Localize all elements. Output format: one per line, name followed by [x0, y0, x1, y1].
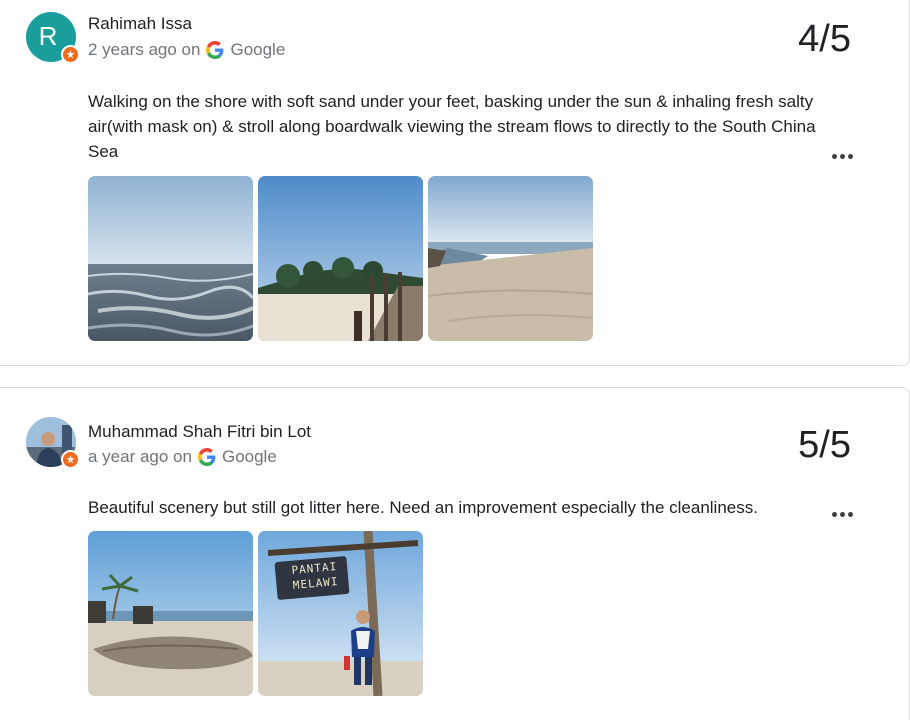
review-time: a year ago on: [88, 447, 192, 466]
avatar[interactable]: R: [26, 12, 80, 64]
avatar-letter: R: [38, 20, 58, 51]
review-text: Beautiful scenery but still got litter h…: [88, 498, 758, 517]
review-text: Walking on the shore with soft sand unde…: [88, 92, 816, 161]
driftwood-beach-photo[interactable]: [88, 531, 253, 696]
avatar[interactable]: [26, 417, 80, 469]
review-card: Muhammad Shah Fitri bin Lot a year ago o…: [0, 387, 910, 720]
boardwalk-photo[interactable]: [258, 176, 423, 341]
review-rating: 5/5: [798, 424, 851, 466]
review-card: R Rahimah Issa 2 years ago on Google 4/5…: [0, 0, 910, 366]
author-name[interactable]: Muhammad Shah Fitri bin Lot: [88, 422, 311, 442]
google-g-icon: [197, 448, 216, 466]
review-time: 2 years ago on: [88, 40, 201, 59]
sign-text: PANTAI MELAWI: [279, 558, 351, 594]
review-rating: 4/5: [798, 18, 851, 60]
review-meta: 2 years ago on Google: [88, 40, 285, 60]
sand-shore-photo[interactable]: [428, 176, 593, 341]
pantai-melawi-sign-photo[interactable]: PANTAI MELAWI: [258, 531, 423, 696]
author-name[interactable]: Rahimah Issa: [88, 14, 192, 34]
more-horiz-icon[interactable]: [832, 152, 854, 160]
google-g-icon: [206, 41, 224, 59]
review-source: Google: [221, 447, 277, 466]
review-source: Google: [230, 40, 286, 59]
local-guide-badge-icon: [61, 450, 80, 469]
local-guide-badge-icon: [61, 45, 80, 64]
more-horiz-icon[interactable]: [832, 510, 854, 518]
beach-waves-photo[interactable]: [88, 176, 253, 341]
review-meta: a year ago on Google: [88, 447, 277, 467]
